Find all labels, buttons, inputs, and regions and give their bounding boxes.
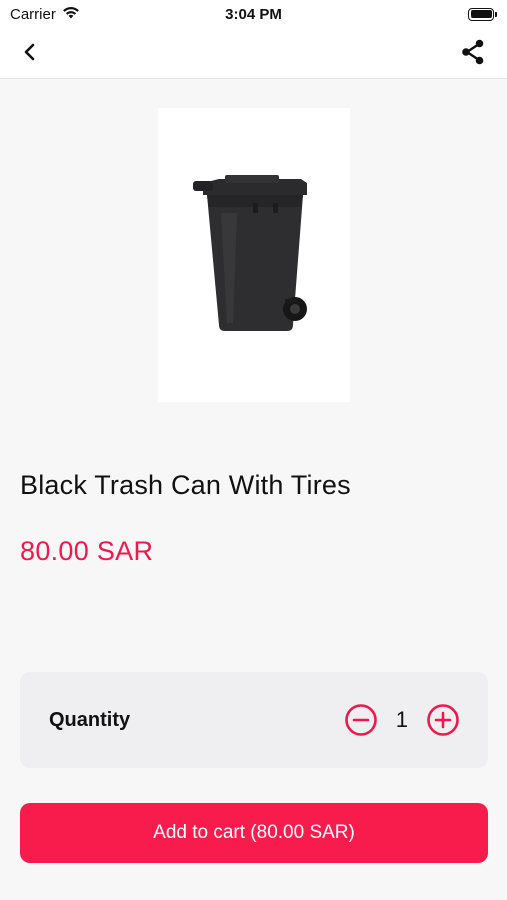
wifi-icon [62,6,80,23]
back-button[interactable] [16,40,44,68]
product-price: 80.00 SAR [20,536,154,566]
quantity-stepper: 1 [344,703,460,737]
trash-can-image [193,174,307,331]
quantity-value: 1 [395,707,408,732]
status-left: Carrier [10,6,80,23]
chevron-left-icon [23,43,37,66]
battery-icon [468,7,497,21]
quantity-card: Quantity 1 [20,672,488,768]
quantity-label: Quantity [49,708,131,731]
decrement-button[interactable] [344,703,378,737]
share-button[interactable] [459,39,487,70]
nav-bar [0,28,507,79]
carrier-label: Carrier [10,5,56,23]
add-to-cart-button[interactable]: Add to cart (80.00 SAR) [20,803,488,863]
increment-button[interactable] [426,703,460,737]
product-image [158,108,350,402]
plus-circle-icon [427,704,459,736]
share-icon [461,39,485,70]
status-bar: Carrier 3:04 PM [0,0,507,28]
product-title: Black Trash Can With Tires [20,470,351,500]
minus-circle-icon [344,704,377,736]
